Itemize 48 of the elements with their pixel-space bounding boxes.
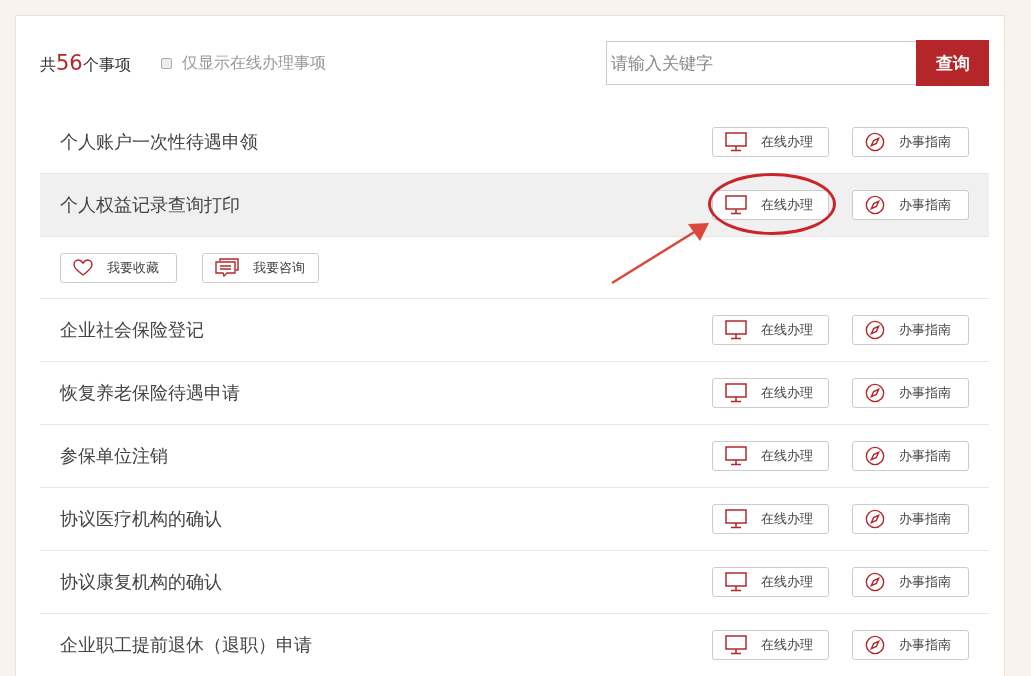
online-button[interactable]: 在线办理 bbox=[712, 315, 829, 345]
search-field[interactable]: 请输入关键字 bbox=[606, 41, 916, 85]
item-count: 共56个事项 bbox=[40, 50, 131, 76]
online-button[interactable]: 在线办理 bbox=[712, 127, 829, 157]
monitor-icon bbox=[725, 509, 747, 529]
guide-button[interactable]: 办事指南 bbox=[852, 504, 969, 534]
compass-icon bbox=[865, 383, 885, 403]
filter-checkbox[interactable] bbox=[160, 57, 172, 69]
compass-icon bbox=[865, 509, 885, 529]
guide-button[interactable]: 办事指南 bbox=[852, 378, 969, 408]
consult-button[interactable]: 我要咨询 bbox=[202, 252, 319, 283]
item-title[interactable]: 协议康复机构的确认 bbox=[60, 570, 712, 594]
guide-button[interactable]: 办事指南 bbox=[852, 567, 969, 597]
monitor-icon bbox=[725, 572, 747, 592]
favorite-button[interactable]: 我要收藏 bbox=[60, 252, 177, 283]
item-title[interactable]: 恢复养老保险待遇申请 bbox=[60, 381, 712, 405]
item-title[interactable]: 企业职工提前退休（退职）申请 bbox=[60, 633, 712, 657]
monitor-icon bbox=[725, 446, 747, 466]
compass-icon bbox=[865, 572, 885, 592]
compass-icon bbox=[865, 446, 885, 466]
monitor-icon bbox=[725, 320, 747, 340]
guide-button[interactable]: 办事指南 bbox=[852, 190, 969, 220]
compass-icon bbox=[865, 635, 885, 655]
compass-icon bbox=[865, 132, 885, 152]
guide-button[interactable]: 办事指南 bbox=[852, 441, 969, 471]
search-button[interactable]: 查询 bbox=[916, 40, 989, 86]
monitor-icon bbox=[725, 195, 747, 215]
online-button[interactable]: 在线办理 bbox=[712, 630, 829, 660]
monitor-icon bbox=[725, 383, 747, 403]
online-button[interactable]: 在线办理 bbox=[712, 441, 829, 471]
online-button[interactable]: 在线办理 bbox=[712, 567, 829, 597]
compass-icon bbox=[865, 320, 885, 340]
item-title[interactable]: 协议医疗机构的确认 bbox=[60, 507, 712, 531]
online-button[interactable]: 在线办理 bbox=[712, 504, 829, 534]
item-title[interactable]: 个人账户一次性待遇申领 bbox=[60, 130, 712, 154]
monitor-icon bbox=[725, 635, 747, 655]
guide-button[interactable]: 办事指南 bbox=[852, 630, 969, 660]
guide-button[interactable]: 办事指南 bbox=[852, 127, 969, 157]
item-title[interactable]: 个人权益记录查询打印 bbox=[60, 193, 712, 217]
guide-button[interactable]: 办事指南 bbox=[852, 315, 969, 345]
chat-icon bbox=[215, 257, 239, 278]
online-button[interactable]: 在线办理 bbox=[712, 378, 829, 408]
monitor-icon bbox=[725, 132, 747, 152]
item-title[interactable]: 参保单位注销 bbox=[60, 444, 712, 468]
heart-icon bbox=[73, 258, 93, 277]
compass-icon bbox=[865, 195, 885, 215]
online-button[interactable]: 在线办理 bbox=[712, 190, 829, 220]
item-title[interactable]: 企业社会保险登记 bbox=[60, 318, 712, 342]
